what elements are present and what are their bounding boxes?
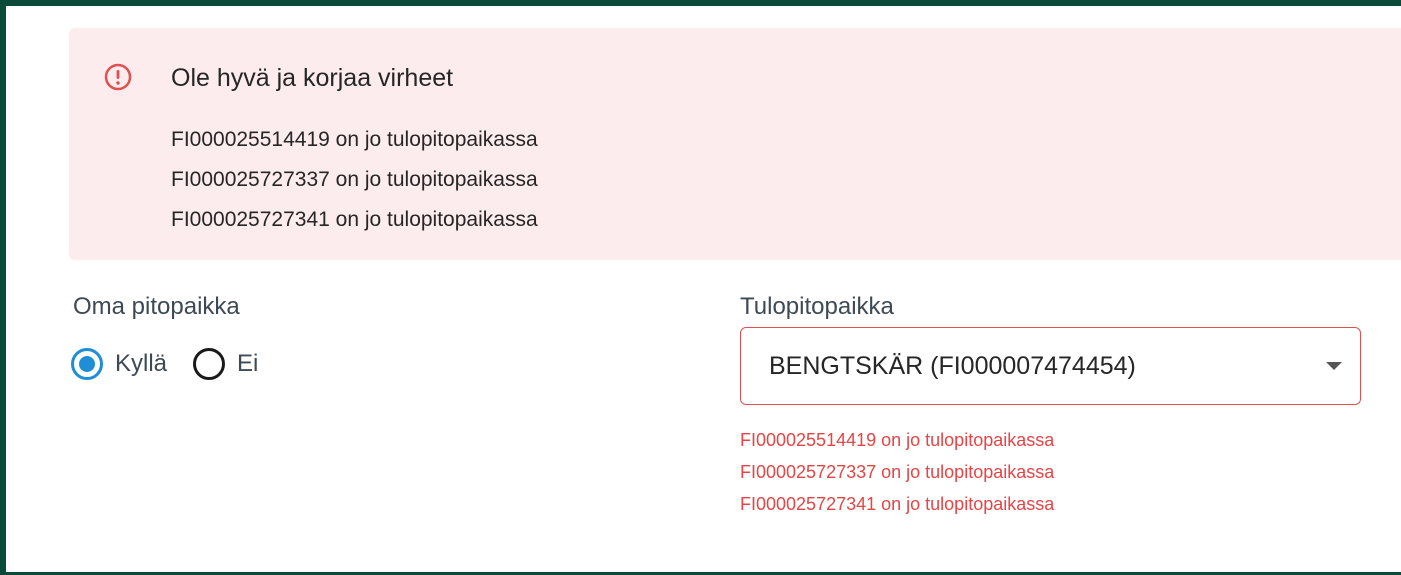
error-summary-title: Ole hyvä ja korjaa virheet <box>171 64 454 92</box>
radio-option-kylla[interactable]: Kyllä <box>71 348 193 380</box>
radio-button-ei[interactable] <box>193 348 226 380</box>
caret-down-icon[interactable] <box>1326 362 1342 370</box>
error-summary-item: FI000025514419 on jo tulopitopaikassa <box>171 128 538 151</box>
field-error-message: FI000025727341 on jo tulopitopaikassa <box>740 494 1055 514</box>
alert-circle-icon <box>104 63 132 91</box>
field-error-message: FI000025727337 on jo tulopitopaikassa <box>740 462 1055 482</box>
oma-pitopaikka-radio-group: Kyllä Ei <box>71 346 258 382</box>
tulopitopaikka-label: Tulopitopaikka <box>740 293 894 320</box>
oma-pitopaikka-label: Oma pitopaikka <box>73 293 240 320</box>
radio-label-ei: Ei <box>237 350 259 377</box>
tulopitopaikka-selected-value: BENGTSKÄR (FI000007474454) <box>769 352 1136 380</box>
radio-label-kylla: Kyllä <box>115 350 168 377</box>
radio-button-kylla[interactable] <box>71 348 103 380</box>
radio-option-ei[interactable]: Ei <box>193 348 258 380</box>
error-summary-item: FI000025727341 on jo tulopitopaikassa <box>171 208 538 231</box>
field-error-message: FI000025514419 on jo tulopitopaikassa <box>740 430 1055 450</box>
error-summary-item: FI000025727337 on jo tulopitopaikassa <box>171 168 538 191</box>
error-summary-list: FI000025514419 on jo tulopitopaikassa FI… <box>171 120 538 240</box>
tulopitopaikka-error-list: FI000025514419 on jo tulopitopaikassa FI… <box>740 424 1054 520</box>
page-frame: Ole hyvä ja korjaa virheet FI00002551441… <box>0 0 1401 575</box>
tulopitopaikka-select[interactable]: BENGTSKÄR (FI000007474454) <box>740 327 1361 405</box>
